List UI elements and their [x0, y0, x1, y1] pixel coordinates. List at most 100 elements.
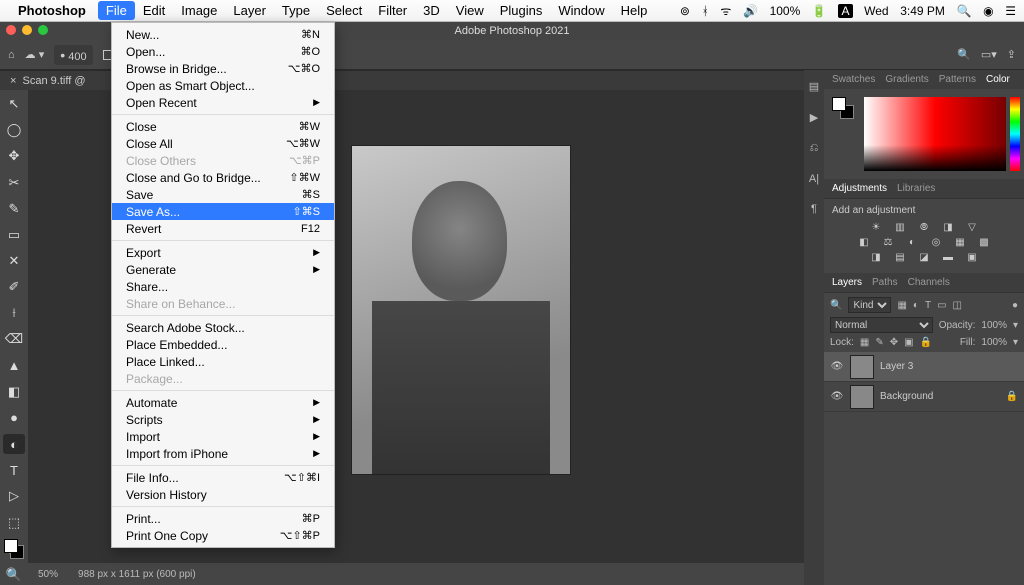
battery-icon[interactable]: 🔋	[812, 4, 827, 18]
filter-smart-icon[interactable]: ◫	[953, 300, 962, 311]
opacity-value[interactable]: 100%	[981, 320, 1007, 331]
selectivecolor-icon[interactable]: ▣	[964, 252, 980, 263]
menu-edit[interactable]: Edit	[135, 1, 173, 20]
brightness-icon[interactable]: ☀	[868, 222, 884, 233]
share-icon[interactable]: ⇪	[1007, 48, 1016, 61]
menu-item-save-as[interactable]: Save As...⇧⌘S	[112, 203, 334, 220]
menu-item-new[interactable]: New...⌘N	[112, 26, 334, 43]
menu-item-close[interactable]: Close⌘W	[112, 118, 334, 135]
workspace-icon[interactable]: ▭▾	[981, 48, 997, 61]
spotlight-icon[interactable]: 🔍	[957, 4, 972, 18]
collapsed-panel-2[interactable]: ⎌	[810, 142, 819, 155]
minimize-window-button[interactable]	[22, 25, 32, 35]
tool-18[interactable]: 🔍	[3, 565, 25, 585]
layer-thumbnail[interactable]	[850, 355, 874, 379]
filter-adj-icon[interactable]: ◐	[913, 300, 919, 311]
control-center-icon[interactable]: ☰	[1005, 4, 1016, 18]
invert-icon[interactable]: ◨	[868, 252, 884, 263]
menu-item-file-info[interactable]: File Info...⌥⇧⌘I	[112, 469, 334, 486]
collapsed-panel-1[interactable]: ▶	[810, 111, 818, 124]
layer-thumbnail[interactable]	[850, 385, 874, 409]
filter-pixel-icon[interactable]: ▦	[897, 300, 906, 311]
photofilter-icon[interactable]: ◎	[928, 237, 944, 248]
menu-item-close-and-go-to-bridge[interactable]: Close and Go to Bridge...⇧⌘W	[112, 169, 334, 186]
brush-size[interactable]: • 400	[54, 45, 92, 65]
zoom-level[interactable]: 50%	[38, 569, 58, 580]
levels-icon[interactable]: ▥	[892, 222, 908, 233]
tab-adjustments[interactable]: Adjustments	[832, 183, 887, 194]
tool-15[interactable]: ▷	[3, 486, 25, 506]
menu-select[interactable]: Select	[318, 1, 370, 20]
kind-filter-icon[interactable]: 🔍	[830, 300, 842, 311]
tab-paths[interactable]: Paths	[872, 277, 898, 288]
tool-12[interactable]: ●	[3, 408, 25, 428]
tab-swatches[interactable]: Swatches	[832, 74, 875, 85]
cc-icon[interactable]: ⊚	[680, 4, 690, 18]
menu-item-automate[interactable]: Automate▶	[112, 394, 334, 411]
threshold-icon[interactable]: ◪	[916, 252, 932, 263]
lock-artboard-icon[interactable]: ▣	[904, 337, 913, 348]
tool-10[interactable]: ▲	[3, 356, 25, 376]
tool-6[interactable]: ✕	[3, 251, 25, 271]
bluetooth-icon[interactable]: ᚼ	[702, 4, 709, 18]
lock-pos-icon[interactable]: ✥	[890, 337, 898, 348]
menu-type[interactable]: Type	[274, 1, 318, 20]
collapsed-panel-0[interactable]: ▤	[809, 80, 819, 93]
menu-item-revert[interactable]: RevertF12	[112, 220, 334, 237]
channelmixer-icon[interactable]: ▦	[952, 237, 968, 248]
tool-preset-icon[interactable]: ☁ ▾	[25, 48, 45, 61]
menu-layer[interactable]: Layer	[225, 1, 274, 20]
tab-libraries[interactable]: Libraries	[897, 183, 935, 194]
menu-item-save[interactable]: Save⌘S	[112, 186, 334, 203]
menu-item-place-embedded[interactable]: Place Embedded...	[112, 336, 334, 353]
color-field[interactable]	[864, 97, 1006, 171]
hue-icon[interactable]: ◧	[856, 237, 872, 248]
volume-icon[interactable]: 🔊	[743, 4, 758, 18]
menu-item-version-history[interactable]: Version History	[112, 486, 334, 503]
menu-item-share[interactable]: Share...	[112, 278, 334, 295]
layer-row[interactable]: 👁Layer 3	[824, 352, 1024, 382]
menu-3d[interactable]: 3D	[415, 1, 448, 20]
tab-gradients[interactable]: Gradients	[885, 74, 928, 85]
blend-mode-select[interactable]: Normal	[830, 317, 933, 333]
accessibility-icon[interactable]: A	[838, 4, 852, 18]
app-name[interactable]: Photoshop	[18, 3, 86, 18]
tool-0[interactable]: ↖	[3, 94, 25, 114]
filter-toggle-icon[interactable]: ●	[1012, 300, 1018, 311]
curves-icon[interactable]: ⦾	[916, 222, 932, 233]
kind-filter-select[interactable]: Kind	[848, 297, 891, 313]
menu-help[interactable]: Help	[613, 1, 656, 20]
menu-filter[interactable]: Filter	[370, 1, 415, 20]
tool-2[interactable]: ✥	[3, 146, 25, 166]
menu-view[interactable]: View	[448, 1, 492, 20]
tab-color[interactable]: Color	[986, 74, 1010, 85]
menu-item-export[interactable]: Export▶	[112, 244, 334, 261]
menu-item-generate[interactable]: Generate▶	[112, 261, 334, 278]
visibility-icon[interactable]: 👁	[830, 391, 844, 402]
tool-7[interactable]: ✐	[3, 277, 25, 297]
menu-item-close-all[interactable]: Close All⌥⌘W	[112, 135, 334, 152]
tool-9[interactable]: ⌫	[3, 329, 25, 349]
colorbalance-icon[interactable]: ⚖	[880, 237, 896, 248]
tool-13[interactable]: ◐	[3, 434, 25, 454]
menu-item-print[interactable]: Print...⌘P	[112, 510, 334, 527]
menu-item-browse-in-bridge[interactable]: Browse in Bridge...⌥⌘O	[112, 60, 334, 77]
bw-icon[interactable]: ◐	[904, 237, 920, 248]
lock-trans-icon[interactable]: ▦	[860, 337, 869, 348]
filter-type-icon[interactable]: T	[925, 300, 931, 311]
tool-4[interactable]: ✎	[3, 199, 25, 219]
menu-item-open[interactable]: Open...⌘O	[112, 43, 334, 60]
menu-plugins[interactable]: Plugins	[492, 1, 551, 20]
collapsed-panel-4[interactable]: ¶	[811, 203, 817, 215]
colorlookup-icon[interactable]: ▩	[976, 237, 992, 248]
hue-slider[interactable]	[1010, 97, 1020, 171]
vibrance-icon[interactable]: ▽	[964, 222, 980, 233]
menu-item-open-recent[interactable]: Open Recent▶	[112, 94, 334, 111]
layer-row[interactable]: 👁Background🔒	[824, 382, 1024, 412]
tool-1[interactable]: ◯	[3, 120, 25, 140]
maximize-window-button[interactable]	[38, 25, 48, 35]
visibility-icon[interactable]: 👁	[830, 361, 844, 372]
menu-item-open-as-smart-object[interactable]: Open as Smart Object...	[112, 77, 334, 94]
tool-16[interactable]: ⬚	[3, 513, 25, 533]
tool-11[interactable]: ◧	[3, 382, 25, 402]
